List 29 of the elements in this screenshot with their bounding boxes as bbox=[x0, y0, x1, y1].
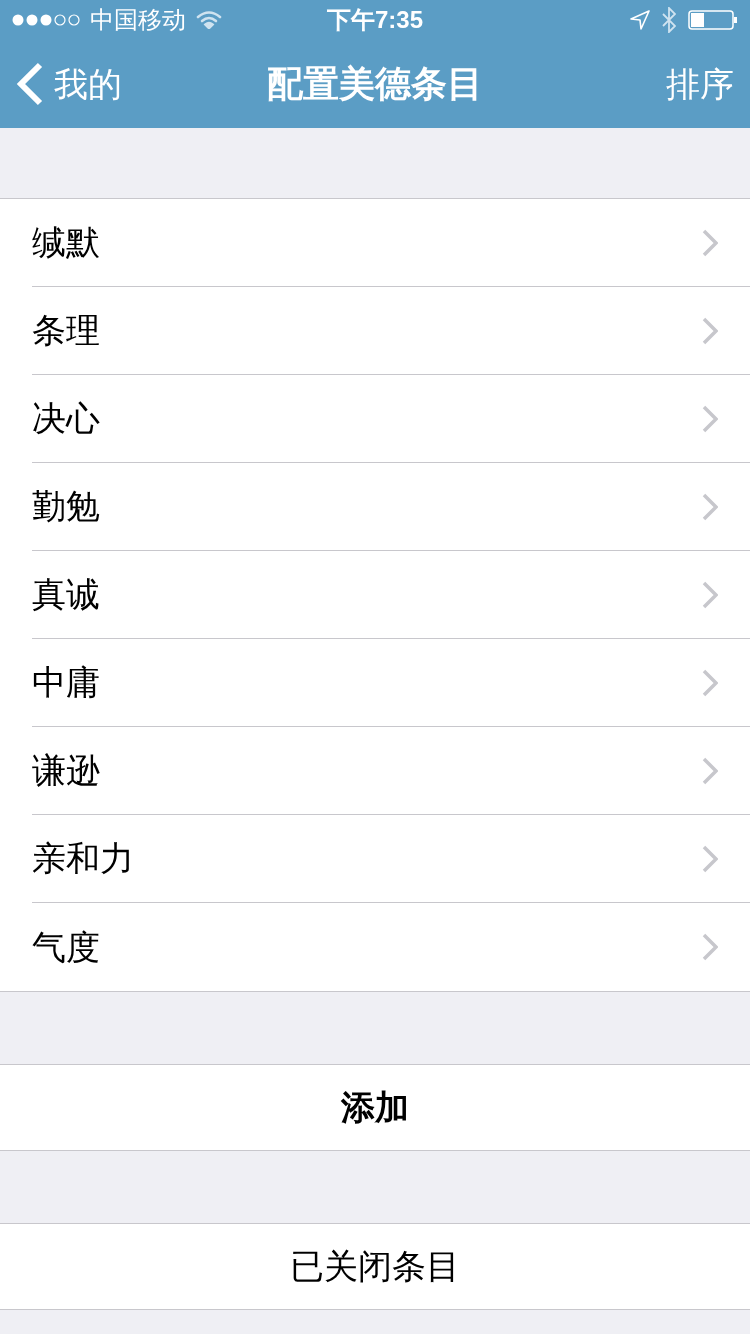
battery-icon bbox=[688, 10, 738, 30]
list-item[interactable]: 中庸 bbox=[0, 639, 750, 727]
list-item[interactable]: 气度 bbox=[0, 903, 750, 991]
chevron-right-icon bbox=[702, 933, 718, 961]
list-item[interactable]: 亲和力 bbox=[0, 815, 750, 903]
status-time: 下午7:35 bbox=[327, 8, 423, 32]
nav-title: 配置美德条目 bbox=[267, 62, 483, 106]
wifi-icon bbox=[196, 11, 222, 29]
carrier-name: 中国移动 bbox=[90, 8, 186, 32]
chevron-right-icon bbox=[702, 228, 718, 257]
list-item[interactable]: 决心 bbox=[0, 375, 750, 463]
list-item[interactable]: 真诚 bbox=[0, 551, 750, 639]
chevron-right-icon bbox=[702, 580, 718, 609]
list-item[interactable]: 缄默 bbox=[0, 199, 750, 287]
chevron-left-icon bbox=[16, 62, 44, 106]
chevron-right-icon bbox=[702, 844, 718, 873]
signal-icon bbox=[12, 13, 82, 27]
chevron-right-icon bbox=[702, 316, 718, 345]
list-item[interactable]: 勤勉 bbox=[0, 463, 750, 551]
chevron-right-icon bbox=[702, 492, 718, 521]
list-item[interactable]: 条理 bbox=[0, 287, 750, 375]
chevron-right-icon bbox=[702, 756, 718, 785]
add-button[interactable]: 添加 bbox=[0, 1064, 750, 1151]
closed-items-button[interactable]: 已关闭条目 bbox=[0, 1223, 750, 1310]
chevron-right-icon bbox=[702, 668, 718, 697]
list-item[interactable]: 谦逊 bbox=[0, 727, 750, 815]
chevron-right-icon bbox=[702, 404, 718, 433]
bluetooth-icon bbox=[662, 7, 676, 33]
location-arrow-icon bbox=[630, 10, 650, 30]
